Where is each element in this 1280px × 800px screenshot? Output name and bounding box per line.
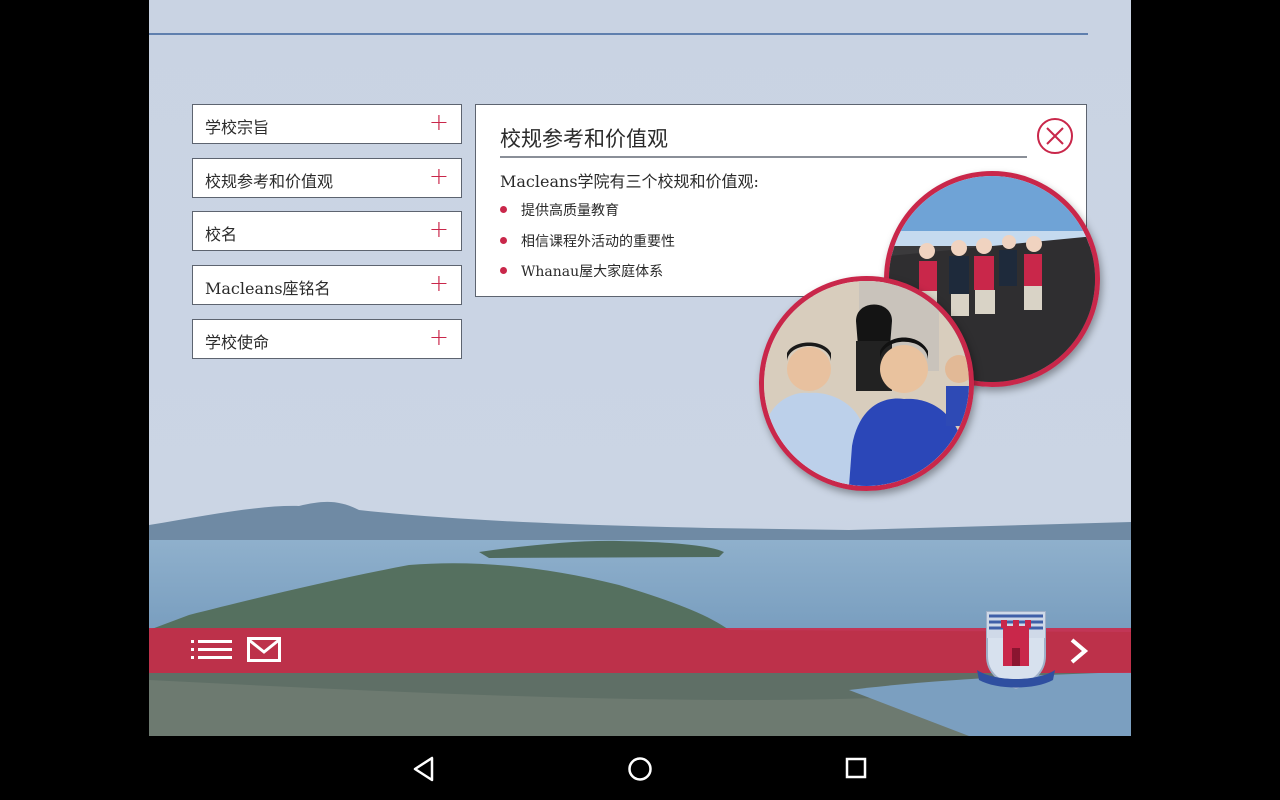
app-screen: 学校宗旨 + 校规参考和价值观 + 校名 + Macleans座铭名 + 学校使… <box>149 0 1131 736</box>
expand-plus-icon[interactable]: + <box>429 164 449 188</box>
photo-classroom <box>759 276 974 491</box>
classroom-photo-image <box>764 281 969 486</box>
home-icon[interactable] <box>627 756 653 782</box>
school-crest-logo <box>977 611 1055 690</box>
bullet-dot-icon <box>500 236 507 244</box>
value-text: 相信课程外活动的重要性 <box>521 234 675 250</box>
bullet-dot-icon <box>500 205 507 213</box>
panel-intro: Macleans学院有三个校规和价值观: <box>500 172 759 191</box>
value-bullet: 提供高质量教育 <box>500 200 619 220</box>
android-nav-bar <box>0 736 1280 800</box>
menu-item-rules-values[interactable]: 校规参考和价值观 + <box>192 158 462 198</box>
menu-item-motto[interactable]: Macleans座铭名 + <box>192 265 462 305</box>
value-bullet: 相信课程外活动的重要性 <box>500 231 675 251</box>
menu-item-mission[interactable]: 学校使命 + <box>192 319 462 359</box>
menu-item-label: 校规参考和价值观 <box>205 172 334 191</box>
close-icon <box>1046 127 1064 145</box>
menu-item-label: 学校使命 <box>205 333 270 352</box>
menu-item-school-purpose[interactable]: 学校宗旨 + <box>192 104 462 144</box>
menu-item-label: 校名 <box>205 225 238 244</box>
back-icon[interactable] <box>412 756 436 782</box>
expand-plus-icon[interactable]: + <box>429 110 449 134</box>
value-text: Whanau屋大家庭体系 <box>521 264 664 280</box>
expand-plus-icon[interactable]: + <box>429 325 449 349</box>
list-menu-icon[interactable] <box>191 638 233 662</box>
menu-item-label: Macleans座铭名 <box>205 279 331 298</box>
close-button[interactable] <box>1037 118 1073 154</box>
chevron-right-icon[interactable] <box>1068 638 1090 664</box>
value-bullet: Whanau屋大家庭体系 <box>500 261 663 281</box>
panel-title: 校规参考和价值观 <box>500 127 668 151</box>
panel-title-rule <box>500 156 1027 158</box>
mail-icon[interactable] <box>247 637 281 662</box>
value-text: 提供高质量教育 <box>521 203 619 219</box>
recents-icon[interactable] <box>845 757 867 779</box>
header-rule <box>149 33 1088 35</box>
bullet-dot-icon <box>500 266 507 274</box>
menu-item-school-name[interactable]: 校名 + <box>192 211 462 251</box>
menu-item-label: 学校宗旨 <box>205 118 270 137</box>
expand-plus-icon[interactable]: + <box>429 271 449 295</box>
expand-plus-icon[interactable]: + <box>429 217 449 241</box>
